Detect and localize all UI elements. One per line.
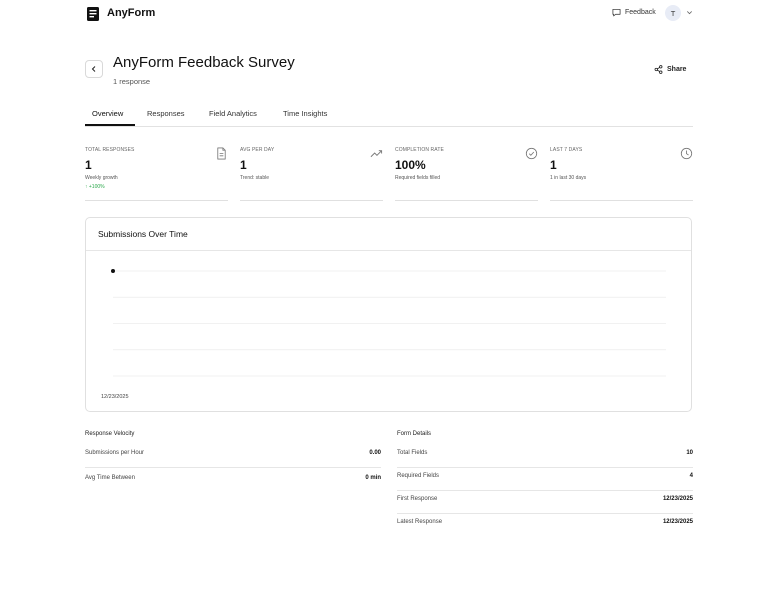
check-circle-icon bbox=[525, 147, 538, 160]
velocity-title: Response Velocity bbox=[85, 431, 135, 437]
stat-value: 1 bbox=[85, 158, 92, 172]
stat-sub: Required fields filled bbox=[395, 175, 441, 181]
response-count: 1 response bbox=[113, 77, 151, 86]
form-detail-row: Latest Response 12/23/2025 bbox=[397, 514, 693, 536]
row-label: Required Fields bbox=[397, 473, 440, 479]
row-label: Submissions per Hour bbox=[85, 450, 145, 456]
data-point[interactable] bbox=[111, 269, 115, 273]
stat-label: AVG PER DAY bbox=[240, 147, 275, 153]
row-label: Avg Time Between bbox=[85, 475, 135, 481]
chevron-left-icon bbox=[91, 66, 96, 72]
document-icon bbox=[217, 147, 226, 160]
row-value: 10 bbox=[686, 450, 693, 456]
form-details-title: Form Details bbox=[397, 431, 432, 437]
tab-field-analytics[interactable]: Field Analytics bbox=[209, 109, 257, 118]
submissions-chart-card: Submissions Over Time 12/23/2025 bbox=[85, 217, 692, 412]
tab-overview[interactable]: Overview bbox=[92, 109, 123, 118]
row-value: 12/23/2025 bbox=[662, 519, 693, 525]
stat-label: COMPLETION RATE bbox=[395, 147, 444, 153]
back-button[interactable] bbox=[85, 60, 103, 78]
row-value: 0 min bbox=[365, 475, 381, 481]
share-label: Share bbox=[667, 66, 687, 73]
x-tick-label: 12/23/2025 bbox=[101, 394, 129, 400]
feedback-button[interactable]: Feedback bbox=[612, 8, 656, 17]
form-detail-row: Required Fields 4 bbox=[397, 468, 693, 491]
message-icon bbox=[612, 8, 621, 17]
form-detail-row: First Response 12/23/2025 bbox=[397, 491, 693, 514]
logo-icon[interactable] bbox=[87, 7, 99, 21]
row-value: 0.00 bbox=[369, 450, 381, 456]
tab-responses[interactable]: Responses bbox=[147, 109, 185, 118]
page-title: AnyForm Feedback Survey bbox=[113, 54, 295, 71]
stat-value: 1 bbox=[240, 158, 247, 172]
share-button[interactable]: Share bbox=[654, 65, 686, 74]
clock-icon bbox=[680, 147, 693, 160]
row-label: Latest Response bbox=[397, 519, 443, 525]
active-tab-indicator bbox=[85, 124, 135, 126]
stat-sub: Weekly growth bbox=[85, 175, 118, 181]
velocity-row: Submissions per Hour 0.00 bbox=[85, 445, 381, 468]
feedback-label: Feedback bbox=[625, 9, 656, 16]
avatar[interactable]: T bbox=[665, 5, 681, 21]
chevron-down-icon[interactable] bbox=[686, 9, 693, 16]
stat-avg-per-day: AVG PER DAY 1 Trend: stable bbox=[240, 144, 383, 201]
tab-time-insights[interactable]: Time Insights bbox=[283, 109, 327, 118]
brand-name[interactable]: AnyForm bbox=[107, 7, 155, 19]
share-icon bbox=[654, 65, 663, 74]
velocity-row: Avg Time Between 0 min bbox=[85, 470, 381, 492]
stat-value: 1 bbox=[550, 158, 557, 172]
stat-value: 100% bbox=[395, 158, 426, 172]
stat-label: LAST 7 DAYS bbox=[550, 147, 583, 153]
trending-up-icon bbox=[370, 150, 383, 158]
form-detail-row: Total Fields 10 bbox=[397, 445, 693, 468]
chart-title: Submissions Over Time bbox=[98, 229, 188, 239]
stat-sub: Trend: stable bbox=[240, 175, 269, 181]
stat-last-7-days: LAST 7 DAYS 1 1 in last 30 days bbox=[550, 144, 693, 201]
stat-completion-rate: COMPLETION RATE 100% Required fields fil… bbox=[395, 144, 538, 201]
stat-trend: ↑ +100% bbox=[85, 184, 105, 190]
row-value: 12/23/2025 bbox=[662, 496, 693, 502]
row-label: First Response bbox=[397, 496, 438, 502]
submissions-chart bbox=[111, 269, 666, 377]
stat-sub: 1 in last 30 days bbox=[550, 175, 587, 181]
row-label: Total Fields bbox=[397, 450, 428, 456]
tab-bar: Overview Responses Field Analytics Time … bbox=[85, 106, 693, 127]
stat-label: TOTAL RESPONSES bbox=[85, 147, 135, 153]
stat-total-responses: TOTAL RESPONSES 1 Weekly growth ↑ +100% bbox=[85, 144, 228, 201]
row-value: 4 bbox=[689, 473, 693, 479]
